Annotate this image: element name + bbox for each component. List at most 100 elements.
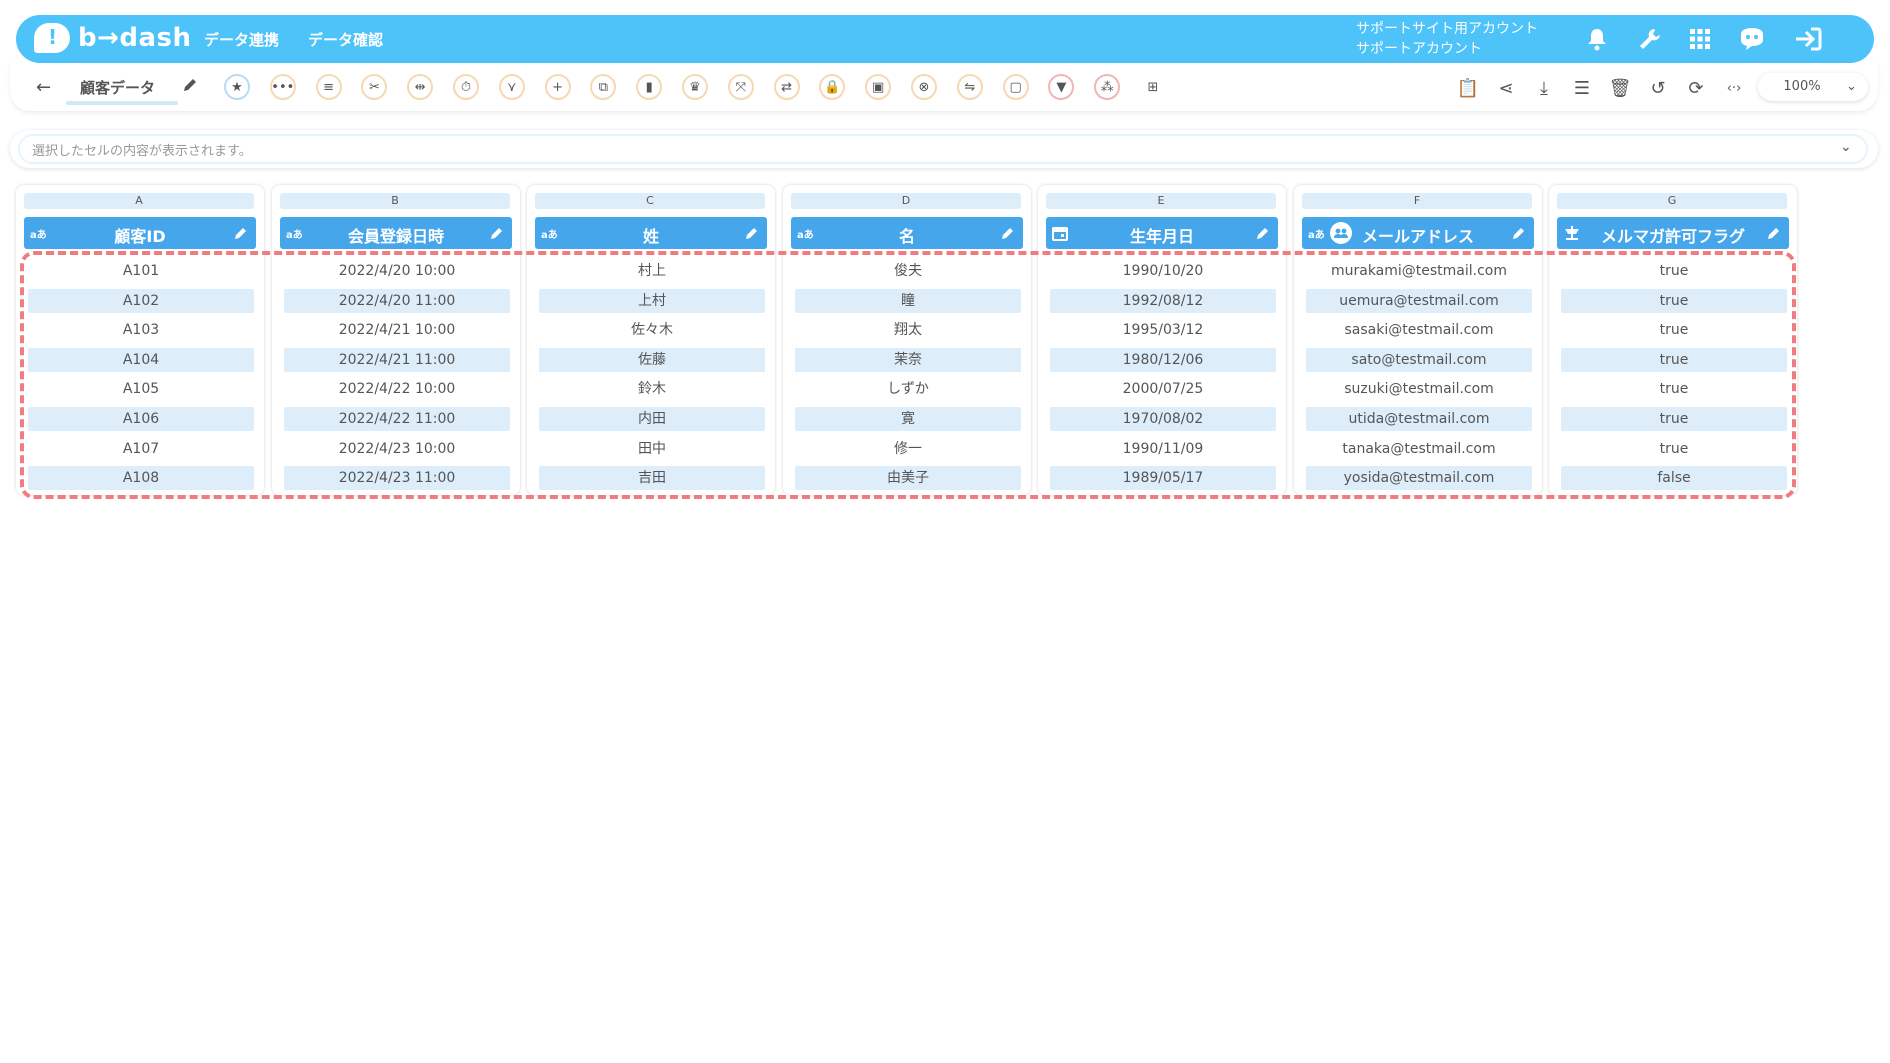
- cell-content-bar[interactable]: 選択したセルの内容が表示されます。 ⌄: [10, 130, 1878, 168]
- table-cell[interactable]: 2022/4/22 11:00: [284, 407, 510, 431]
- sheet-title[interactable]: 顧客データ: [80, 77, 155, 98]
- table-cell[interactable]: 上村: [539, 288, 765, 313]
- brand-logo[interactable]: ! b→dash: [34, 23, 192, 53]
- column-header[interactable]: aあ メールアドレス: [1302, 217, 1534, 249]
- table-cell[interactable]: 内田: [539, 407, 765, 431]
- convert-icon[interactable]: ⇄: [773, 74, 800, 100]
- table-cell[interactable]: 田中: [539, 437, 765, 461]
- table-cell[interactable]: utida@testmail.com: [1306, 407, 1532, 431]
- column-header[interactable]: aあ 顧客ID: [24, 217, 256, 249]
- copy-icon[interactable]: ⧉: [590, 74, 617, 100]
- logout-icon[interactable]: [1792, 23, 1824, 55]
- table-cell[interactable]: 吉田: [539, 466, 765, 491]
- frame-icon[interactable]: ▢: [1002, 74, 1029, 100]
- edit-pencil-icon[interactable]: [1256, 225, 1270, 244]
- column-header[interactable]: aあ 会員登録日時: [280, 217, 512, 249]
- box-icon[interactable]: ▣: [865, 74, 892, 100]
- table-cell[interactable]: 佐藤: [539, 347, 765, 372]
- edit-pencil-icon[interactable]: [745, 225, 759, 244]
- table-cell[interactable]: A102: [28, 288, 254, 313]
- table-cell[interactable]: 佐々木: [539, 318, 765, 342]
- share-icon[interactable]: ⋖: [1494, 76, 1518, 100]
- table-cell[interactable]: 1995/03/12: [1050, 318, 1276, 342]
- table-cell[interactable]: 1990/11/09: [1050, 437, 1276, 461]
- trash-icon[interactable]: 🗑: [1608, 76, 1632, 100]
- table-icon[interactable]: ⊞: [1140, 74, 1166, 100]
- table-cell[interactable]: A108: [28, 466, 254, 491]
- chevron-down-icon[interactable]: ⌄: [1840, 139, 1852, 155]
- table-cell[interactable]: murakami@testmail.com: [1306, 259, 1532, 283]
- table-cell[interactable]: false: [1561, 466, 1787, 491]
- table-cell[interactable]: true: [1561, 259, 1787, 283]
- table-cell[interactable]: 2000/07/25: [1050, 377, 1276, 401]
- column-letter[interactable]: G: [1557, 193, 1787, 209]
- rows-icon[interactable]: ≡: [315, 74, 342, 100]
- column-letter[interactable]: D: [791, 193, 1021, 209]
- table-cell[interactable]: 2022/4/21 11:00: [284, 347, 510, 372]
- history-icon[interactable]: ↺: [1646, 76, 1670, 100]
- table-cell[interactable]: 1970/08/02: [1050, 407, 1276, 431]
- table-cell[interactable]: sato@testmail.com: [1306, 347, 1532, 372]
- chat-bot-icon[interactable]: [1736, 23, 1768, 55]
- table-cell[interactable]: A106: [28, 407, 254, 431]
- table-cell[interactable]: 2022/4/20 10:00: [284, 259, 510, 283]
- table-cell[interactable]: 村上: [539, 259, 765, 283]
- edit-pencil-icon[interactable]: [1512, 225, 1526, 244]
- column-header[interactable]: aあ姓: [535, 217, 767, 249]
- table-cell[interactable]: true: [1561, 347, 1787, 372]
- wrench-icon[interactable]: [1634, 23, 1666, 55]
- table-cell[interactable]: 茉奈: [795, 347, 1021, 372]
- table-cell[interactable]: 瞳: [795, 288, 1021, 313]
- column-header[interactable]: 生年月日: [1046, 217, 1278, 249]
- split-icon[interactable]: ✂: [361, 74, 388, 100]
- lock-icon[interactable]: 🔒: [819, 74, 846, 100]
- table-cell[interactable]: true: [1561, 288, 1787, 313]
- table-cell[interactable]: 由美子: [795, 466, 1021, 491]
- table-cell[interactable]: A104: [28, 347, 254, 372]
- apps-grid-icon[interactable]: [1684, 23, 1716, 55]
- list-view-icon[interactable]: ☰: [1570, 76, 1594, 100]
- table-cell[interactable]: A101: [28, 259, 254, 283]
- column-letter[interactable]: C: [535, 193, 765, 209]
- table-cell[interactable]: true: [1561, 318, 1787, 342]
- table-cell[interactable]: suzuki@testmail.com: [1306, 377, 1532, 401]
- translate-icon[interactable]: ⇋: [956, 74, 983, 100]
- table-cell[interactable]: 1989/05/17: [1050, 466, 1276, 491]
- merge-icon[interactable]: ⋎: [498, 74, 525, 100]
- table-cell[interactable]: 1992/08/12: [1050, 288, 1276, 313]
- table-cell[interactable]: A105: [28, 377, 254, 401]
- refresh-icon[interactable]: ⟳: [1684, 76, 1708, 100]
- table-cell[interactable]: 1990/10/20: [1050, 259, 1276, 283]
- table-cell[interactable]: tanaka@testmail.com: [1306, 437, 1532, 461]
- more-icon[interactable]: •••: [269, 74, 296, 100]
- add-icon[interactable]: +: [544, 74, 571, 100]
- table-cell[interactable]: 2022/4/23 10:00: [284, 437, 510, 461]
- table-cell[interactable]: 2022/4/21 10:00: [284, 318, 510, 342]
- table-cell[interactable]: 2022/4/23 11:00: [284, 466, 510, 491]
- pivot-icon[interactable]: ⁂: [1094, 74, 1121, 100]
- table-cell[interactable]: 俊夫: [795, 259, 1021, 283]
- table-cell[interactable]: しずか: [795, 377, 1021, 401]
- table-cell[interactable]: A103: [28, 318, 254, 342]
- remove-column-icon[interactable]: ⇹: [407, 74, 434, 100]
- table-cell[interactable]: 2022/4/22 10:00: [284, 377, 510, 401]
- collapse-icon[interactable]: ⤧: [727, 74, 754, 100]
- column-letter[interactable]: B: [280, 193, 510, 209]
- table-cell[interactable]: yosida@testmail.com: [1306, 466, 1532, 491]
- table-cell[interactable]: sasaki@testmail.com: [1306, 318, 1532, 342]
- table-cell[interactable]: 翔太: [795, 318, 1021, 342]
- column-letter[interactable]: F: [1302, 193, 1532, 209]
- edit-pencil-icon[interactable]: [234, 225, 248, 244]
- table-cell[interactable]: 1980/12/06: [1050, 347, 1276, 372]
- nav-data-integration[interactable]: データ連携: [204, 29, 279, 50]
- table-cell[interactable]: A107: [28, 437, 254, 461]
- back-arrow-icon[interactable]: ←: [36, 77, 51, 98]
- filter-icon[interactable]: ▼: [1048, 74, 1075, 100]
- crown-icon[interactable]: ♛: [682, 74, 708, 100]
- edit-pencil-icon[interactable]: [490, 225, 504, 244]
- table-cell[interactable]: uemura@testmail.com: [1306, 288, 1532, 313]
- edit-pencil-icon[interactable]: [1767, 225, 1781, 244]
- bell-icon[interactable]: [1581, 23, 1613, 55]
- table-cell[interactable]: 鈴木: [539, 377, 765, 401]
- edit-pencil-icon[interactable]: [1001, 225, 1015, 244]
